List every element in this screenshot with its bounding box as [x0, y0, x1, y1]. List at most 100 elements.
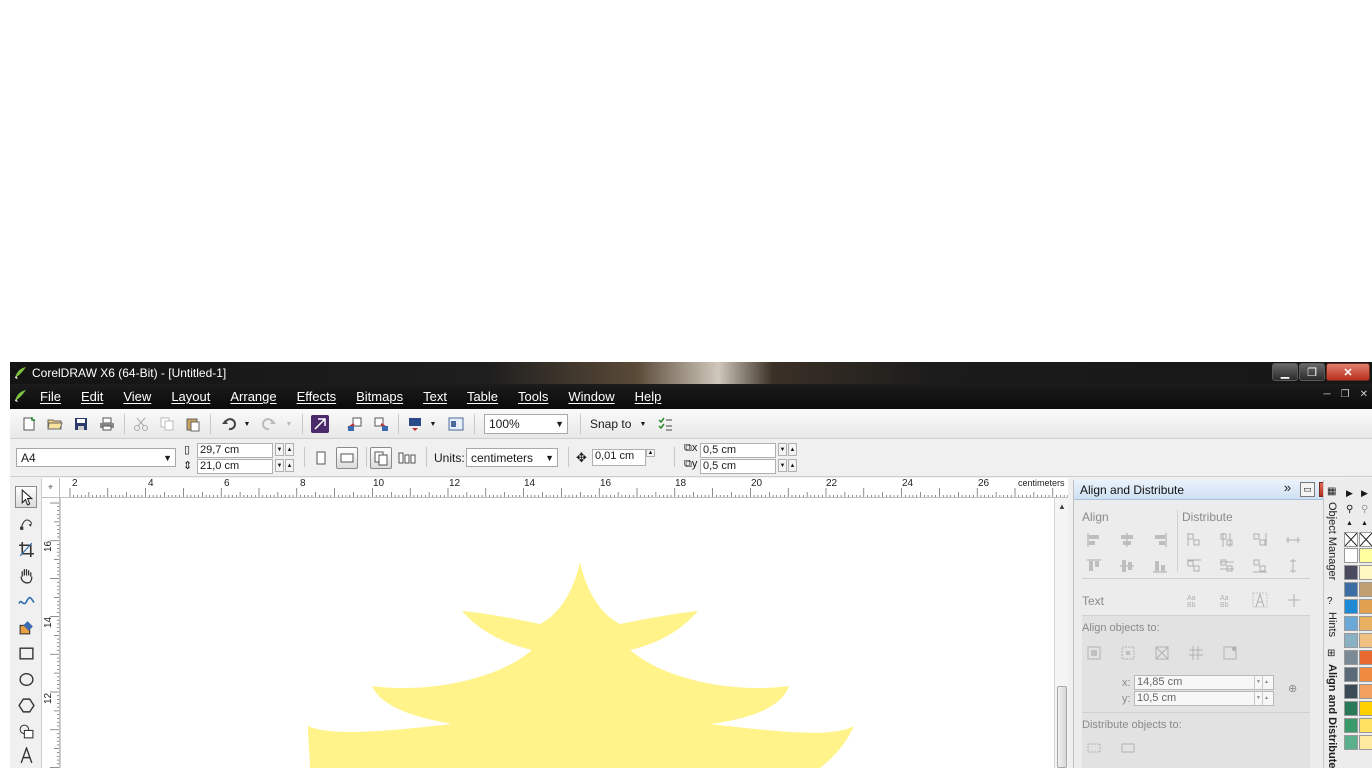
docker-expand-button[interactable]: »	[1280, 481, 1295, 497]
copy-button[interactable]	[158, 415, 176, 433]
text-bounding-box-icon[interactable]	[1252, 592, 1268, 608]
save-button[interactable]	[72, 415, 90, 433]
rectangle-tool[interactable]	[15, 642, 37, 664]
yellow-shape[interactable]	[60, 498, 1054, 768]
spin-down-icon[interactable]: ▼	[778, 443, 787, 456]
text-outline-icon[interactable]	[1286, 592, 1302, 608]
x-coordinate-field[interactable]: 14,85 cm ▼ ▲	[1134, 675, 1274, 690]
scroll-up-icon[interactable]: ▲	[1058, 502, 1066, 511]
color-swatch[interactable]	[1359, 616, 1372, 631]
specified-point-icon[interactable]	[1222, 645, 1238, 661]
menu-table[interactable]: Table	[467, 389, 498, 404]
portrait-button[interactable]	[310, 447, 332, 469]
maximize-button[interactable]: ❐	[1299, 363, 1325, 381]
pick-point-icon[interactable]: ⊕	[1288, 682, 1297, 695]
all-pages-button[interactable]	[370, 447, 392, 469]
distribute-top-icon[interactable]	[1186, 558, 1202, 574]
color-swatch[interactable]	[1359, 633, 1372, 648]
spin-up-icon[interactable]: ▲	[285, 459, 294, 472]
vertical-ruler[interactable]: 16 14 12	[42, 498, 60, 768]
menu-window[interactable]: Window	[568, 389, 614, 404]
spin-up-icon[interactable]: ▲	[1262, 676, 1270, 689]
color-swatch[interactable]	[1359, 735, 1372, 750]
tab-align-and-distribute[interactable]: Align and Distribute	[1326, 664, 1338, 768]
palette-scroll-right-icon[interactable]: ▶	[1346, 488, 1353, 499]
page-edge-icon[interactable]	[1120, 645, 1136, 661]
spin-down-icon[interactable]: ▲	[646, 449, 655, 457]
page-center-icon[interactable]	[1154, 645, 1170, 661]
color-swatch[interactable]	[1359, 565, 1372, 580]
align-right-icon[interactable]	[1152, 532, 1168, 548]
color-swatch[interactable]	[1344, 616, 1358, 631]
distribute-right-icon[interactable]	[1252, 532, 1268, 548]
color-swatch[interactable]	[1344, 718, 1358, 733]
menu-edit[interactable]: Edit	[81, 389, 103, 404]
application-launcher-button[interactable]	[406, 415, 424, 433]
launcher-dropdown[interactable]: ▼	[428, 415, 438, 433]
nudge-distance-field[interactable]: 0,01 cm ▲	[592, 449, 655, 466]
duplicate-y-field[interactable]: 0,5 cm ▼ ▲	[700, 459, 797, 474]
color-swatch[interactable]	[1344, 548, 1358, 563]
snap-to-dropdown[interactable]: ▼	[638, 415, 648, 433]
spin-down-icon[interactable]: ▼	[275, 443, 284, 456]
color-swatch[interactable]	[1344, 633, 1358, 648]
color-swatch[interactable]	[1344, 582, 1358, 597]
distribute-bottom-icon[interactable]	[1252, 558, 1268, 574]
doc-restore-icon[interactable]: ❐	[1341, 389, 1350, 400]
basic-shapes-tool[interactable]	[15, 720, 37, 742]
redo-dropdown[interactable]: ▼	[284, 415, 294, 433]
align-bottom-icon[interactable]	[1152, 558, 1168, 574]
distribute-spacing-vertical-icon[interactable]	[1285, 558, 1301, 574]
color-swatch[interactable]	[1359, 667, 1372, 682]
spin-up-icon[interactable]: ▲	[788, 459, 797, 472]
spin-down-icon[interactable]: ▼	[275, 459, 284, 472]
freehand-tool[interactable]	[15, 590, 37, 612]
pick-tool[interactable]	[15, 486, 37, 508]
shape-tool[interactable]	[15, 512, 37, 534]
doc-close-icon[interactable]: ✕	[1360, 389, 1368, 400]
color-swatch[interactable]	[1359, 599, 1372, 614]
page-size-combo[interactable]: A4 ▼	[16, 448, 176, 467]
menu-layout[interactable]: Layout	[171, 389, 210, 404]
options-button[interactable]	[656, 415, 674, 433]
color-swatch[interactable]	[1344, 650, 1358, 665]
cut-button[interactable]	[132, 415, 150, 433]
color-swatch[interactable]	[1359, 718, 1372, 733]
docker-minimize-button[interactable]: ▭	[1300, 482, 1315, 497]
zoom-level-combo[interactable]: 100% ▼	[484, 414, 568, 434]
color-swatch[interactable]	[1344, 565, 1358, 580]
pan-tool[interactable]	[15, 564, 37, 586]
eyedropper-icon[interactable]: ⚲	[1361, 504, 1368, 515]
menu-bitmaps[interactable]: Bitmaps	[356, 389, 403, 404]
spin-up-icon[interactable]: ▲	[788, 443, 797, 456]
close-button[interactable]: ✕	[1326, 363, 1370, 381]
align-center-horizontal-icon[interactable]	[1119, 532, 1135, 548]
new-document-button[interactable]	[20, 415, 38, 433]
align-top-icon[interactable]	[1086, 558, 1102, 574]
print-button[interactable]	[98, 415, 116, 433]
color-swatch[interactable]	[1359, 650, 1372, 665]
spin-down-icon[interactable]: ▼	[1254, 692, 1262, 705]
text-first-line-baseline-icon[interactable]: Aa Bb	[1186, 592, 1202, 609]
grid-icon[interactable]	[1188, 645, 1204, 661]
doc-minimize-icon[interactable]: ─	[1324, 389, 1331, 400]
page-width-field[interactable]: 29,7 cm ▼ ▲	[197, 443, 294, 458]
distribute-page-extent-icon[interactable]	[1120, 740, 1136, 756]
menu-file[interactable]: File	[40, 389, 61, 404]
y-coordinate-field[interactable]: 10,5 cm ▼ ▲	[1134, 691, 1274, 706]
color-swatch[interactable]	[1359, 701, 1372, 716]
no-color-swatch[interactable]	[1344, 532, 1358, 547]
undo-button[interactable]	[220, 415, 238, 433]
distribute-selection-extent-icon[interactable]	[1086, 740, 1102, 756]
scrollbar-thumb[interactable]	[1057, 686, 1067, 768]
menu-text[interactable]: Text	[423, 389, 447, 404]
import-button[interactable]	[346, 415, 364, 433]
color-swatch[interactable]	[1359, 684, 1372, 699]
tab-hints[interactable]: Hints	[1326, 612, 1338, 637]
search-content-button[interactable]	[311, 415, 329, 433]
duplicate-x-field[interactable]: 0,5 cm ▼ ▲	[700, 443, 797, 458]
paste-button[interactable]	[184, 415, 202, 433]
distribute-middle-icon[interactable]	[1219, 558, 1235, 574]
color-swatch[interactable]	[1359, 582, 1372, 597]
spin-down-icon[interactable]: ▼	[778, 459, 787, 472]
